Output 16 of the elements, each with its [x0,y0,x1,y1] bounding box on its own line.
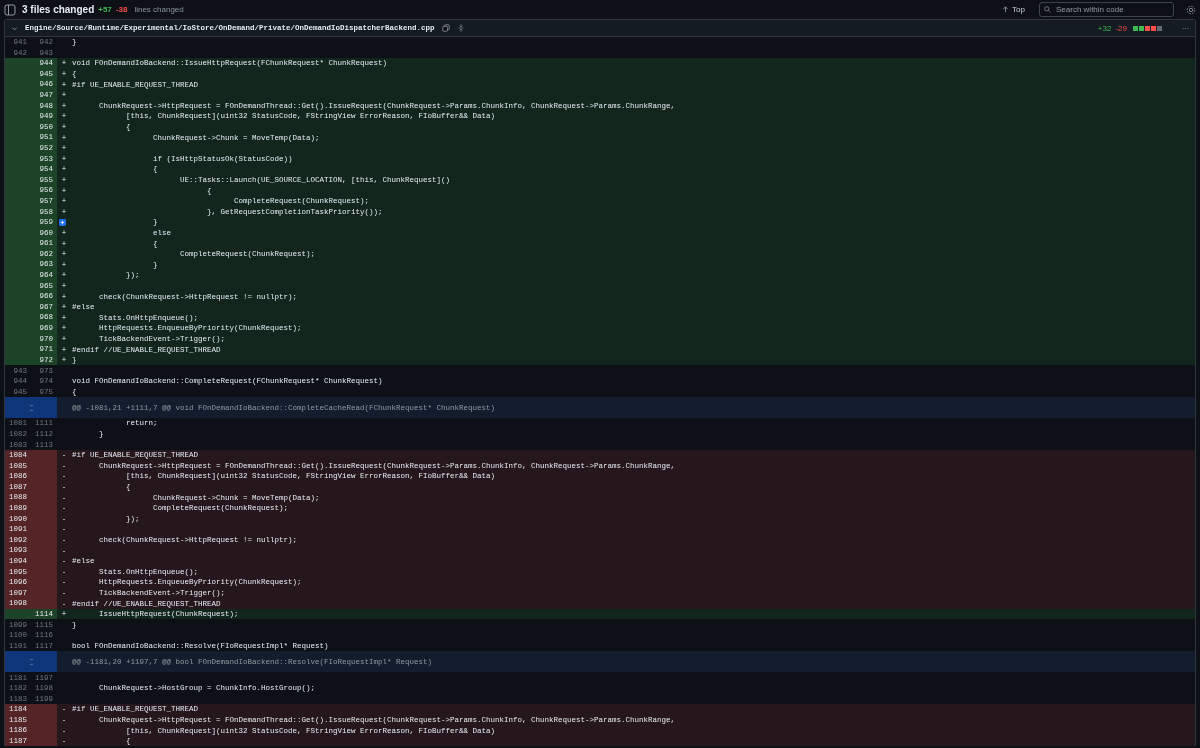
chevron-icon[interactable] [11,24,18,32]
arrow-up-icon [1002,6,1010,13]
add-comment-button[interactable] [59,218,66,226]
search-icon [1044,6,1051,13]
copy-icon[interactable] [441,24,450,32]
deletions-count: -38 [115,5,128,14]
file-additions-count: +32 [1097,23,1112,33]
lines-changed-label: lines changed [134,5,184,14]
search-field[interactable]: Search within code [1039,2,1174,17]
top-link[interactable]: Top [1002,5,1025,14]
settings-icon[interactable] [1186,4,1196,15]
sidebar-toggle-icon[interactable] [4,3,16,16]
file-deletions-count: -29 [1115,23,1127,33]
additions-count: +57 [98,5,112,14]
expand-icon[interactable] [456,24,465,32]
files-changed-count: 3 files changed [22,4,95,15]
